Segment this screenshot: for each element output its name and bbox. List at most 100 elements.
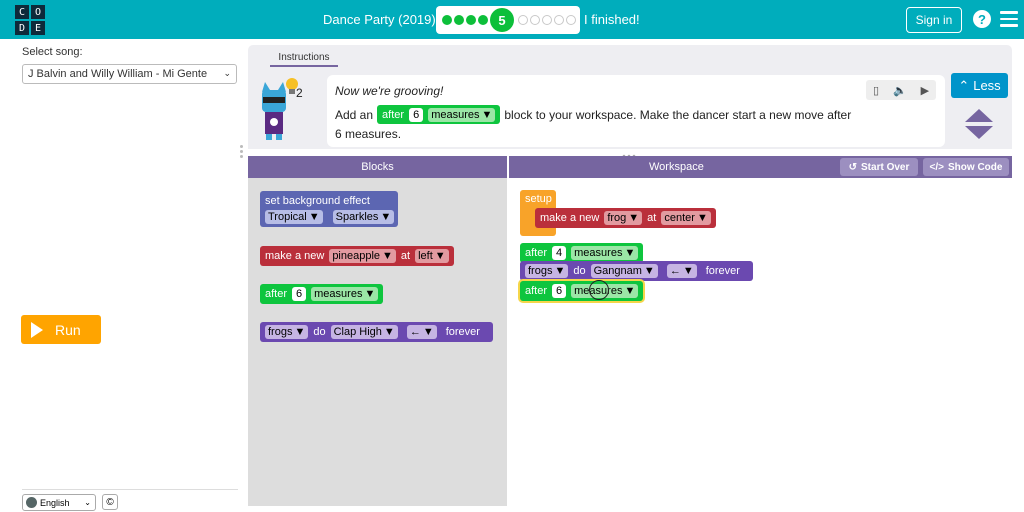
sprite-do-move-block[interactable]: frogs ▼ do Gangnam ▼ ← ▼ forever [520,261,753,281]
run-label: Run [55,321,81,338]
drag-handle-icon[interactable] [622,149,636,158]
block-dropdown[interactable]: ← ▼ [666,264,697,278]
level-dot-complete[interactable] [454,15,464,25]
block-dropdown[interactable]: center ▼ [661,211,711,225]
finished-link[interactable]: I finished! [584,12,640,27]
code-logo[interactable]: C O D E [14,4,46,36]
dropdown-arrow-icon: ▼ [682,265,694,277]
show-code-button[interactable]: </> Show Code [923,158,1009,176]
block-number-input[interactable]: 6 [292,287,307,301]
make-new-sprite-block[interactable]: make a new frog ▼ at center ▼ [535,208,716,228]
current-level-indicator[interactable]: 5 [490,8,514,32]
mouse-cursor-indicator [589,280,609,300]
set-background-effect-block[interactable]: set background effect Tropical ▼ Sparkles… [260,191,398,227]
level-dot-complete[interactable] [466,15,476,25]
level-dot-empty[interactable] [566,15,576,25]
dropdown-arrow-icon: ▼ [382,250,393,262]
instruction-text: block to your workspace. Make the dancer… [504,107,852,122]
copyright-button[interactable]: © [102,494,118,510]
dropdown-value: measures [574,247,623,259]
block-dropdown[interactable]: pineapple ▼ [329,249,396,263]
hint-lightbulb-icon[interactable]: 2 [284,76,308,100]
block-label: forever [705,265,740,277]
dropdown-value: left [418,250,433,262]
language-select[interactable]: English ⌄ [22,494,96,511]
resize-arrows-icon[interactable] [963,107,995,141]
dropdown-value: Clap High [333,326,382,338]
language-icon[interactable]: ▯ [873,84,879,97]
chevron-down-icon: ⌄ [84,498,91,507]
resize-handle[interactable] [240,145,244,161]
logo-letter: D [14,20,30,36]
block-dropdown[interactable]: measures ▼ [311,287,379,301]
block-dropdown[interactable]: frogs ▼ [265,325,309,339]
block-number-input[interactable]: 4 [552,246,567,260]
block-dropdown[interactable]: frog ▼ [604,211,643,225]
dropdown-arrow-icon: ▼ [481,108,493,121]
dropdown-arrow-icon: ▼ [422,326,434,338]
workspace-header: Workspace ↺ Start Over </> Show Code [509,156,1012,178]
block-dropdown[interactable]: ← ▼ [406,325,437,339]
dropdown-value: frogs [268,326,293,338]
after-measures-block[interactable]: after 6 measures ▼ [260,284,384,304]
dropdown-value: frog [607,212,627,224]
level-dot-complete[interactable] [478,15,488,25]
speaker-icon[interactable]: 🔈 [893,84,907,97]
logo-letter: C [14,4,30,20]
footer-divider [22,489,238,490]
sprite-do-move-block[interactable]: frogs ▼ do Clap High ▼ ← ▼ forever [260,322,493,342]
dropdown-value: Gangnam [593,265,642,277]
dropdown-arrow-icon: ▼ [696,212,708,224]
instruction-text: Add an [335,107,374,122]
hamburger-menu-icon[interactable] [1000,11,1018,27]
help-icon[interactable]: ? [973,10,991,28]
blocks-toolbox [248,178,507,506]
block-label: after [265,288,288,300]
language-value: English [40,497,70,508]
block-label: do [313,326,326,338]
play-icon[interactable]: ▶ [921,84,929,97]
text-to-speech-controls[interactable]: ▯ 🔈 ▶ [866,80,936,100]
instruction-heading: Now we're grooving! [335,84,444,98]
tab-instructions[interactable]: Instructions [270,49,338,67]
level-dot-empty[interactable] [530,15,540,25]
make-new-sprite-block[interactable]: make a new pineapple ▼ at left ▼ [260,246,454,266]
project-title: Dance Party (2019) [323,12,436,27]
inline-after-block: after 6 measures ▼ [377,105,501,124]
block-dropdown[interactable]: Sparkles ▼ [332,209,395,224]
dropdown-value: Tropical [268,210,307,223]
blocks-header: Blocks [248,156,507,178]
dropdown-value: ← [669,265,681,277]
song-select[interactable]: J Balvin and Willy William - Mi Gente ⌄ [22,64,237,84]
level-dot-empty[interactable] [554,15,564,25]
after-measures-block[interactable]: after 4 measures ▼ [520,243,644,263]
sign-in-button[interactable]: Sign in [906,7,962,33]
block-number: 6 [409,107,424,122]
block-dropdown[interactable]: frogs ▼ [525,264,569,278]
less-button[interactable]: ⌃ Less [951,73,1008,98]
after-measures-block-selected[interactable]: after 6 measures ▼ [520,281,644,301]
block-dropdown[interactable]: Tropical ▼ [265,209,323,224]
start-over-button[interactable]: ↺ Start Over [840,158,918,176]
dropdown-arrow-icon: ▼ [383,326,395,338]
run-button[interactable]: Run [21,315,101,344]
block-dropdown[interactable]: Gangnam ▼ [590,264,658,278]
dropdown-value: pineapple [332,250,381,262]
hint-count: 2 [296,86,303,100]
dropdown-arrow-icon: ▼ [380,210,392,223]
instruction-line: Add an after 6 measures ▼ block to your w… [335,105,851,124]
play-icon [31,321,43,338]
block-dropdown[interactable]: Clap High ▼ [330,325,398,339]
song-select-value: J Balvin and Willy William - Mi Gente [28,68,208,80]
level-dot-complete[interactable] [442,15,452,25]
block-label: at [400,250,411,262]
level-dot-empty[interactable] [518,15,528,25]
block-number-input[interactable]: 6 [552,284,567,298]
song-select-label: Select song: [22,46,83,58]
block-dropdown[interactable]: measures ▼ [571,246,639,260]
block-dropdown[interactable]: left ▼ [415,249,449,263]
level-dot-empty[interactable] [542,15,552,25]
show-code-label: Show Code [948,161,1003,173]
block-label: do [573,265,586,277]
dance-stage [22,92,237,307]
